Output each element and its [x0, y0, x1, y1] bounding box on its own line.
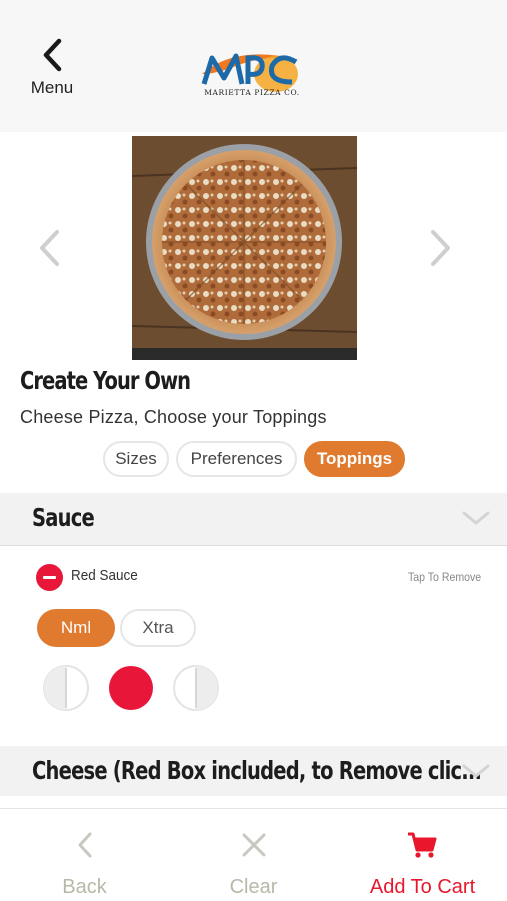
next-image-button[interactable]	[428, 228, 454, 273]
chevron-down-icon	[462, 511, 490, 525]
item-title: Create Your Own	[20, 366, 191, 395]
sauce-section-title: Sauce	[32, 503, 95, 532]
topping-name: Red Sauce	[71, 567, 138, 584]
right-half-portion-button[interactable]	[172, 664, 220, 712]
remove-topping-button[interactable]	[36, 564, 63, 591]
app-header: Menu MARIETTA PIZZA CO.	[0, 0, 507, 132]
chevron-right-icon	[431, 230, 450, 266]
tab-preferences[interactable]: Preferences	[176, 441, 297, 477]
tab-sizes[interactable]: Sizes	[103, 441, 169, 477]
chevron-left-icon	[40, 230, 59, 266]
menu-label: Menu	[30, 78, 74, 97]
previous-image-button[interactable]	[36, 228, 62, 273]
left-half-icon	[43, 665, 89, 711]
clear-button[interactable]: Clear	[169, 809, 338, 901]
cheese-section-title: Cheese (Red Box included, to Remove clic…	[32, 756, 482, 785]
shopping-cart-icon	[408, 832, 437, 858]
sauce-section-header[interactable]: Sauce	[0, 493, 507, 546]
tab-toppings[interactable]: Toppings	[304, 441, 405, 477]
restaurant-logo: MARIETTA PIZZA CO.	[196, 44, 308, 104]
amount-normal-button[interactable]: Nml	[37, 609, 115, 647]
amount-extra-button[interactable]: Xtra	[120, 609, 196, 647]
option-tabs: Sizes Preferences Toppings	[0, 441, 507, 481]
right-half-icon	[173, 665, 219, 711]
back-button[interactable]: Back	[0, 809, 169, 901]
left-half-portion-button[interactable]	[42, 664, 90, 712]
whole-portion-button[interactable]	[107, 664, 155, 712]
chevron-down-icon	[462, 764, 490, 778]
chevron-left-icon	[78, 832, 92, 858]
menu-button[interactable]: Menu	[20, 38, 84, 98]
clear-label: Clear	[229, 876, 278, 898]
whole-pizza-icon	[109, 666, 153, 710]
tap-to-remove-hint: Tap To Remove	[407, 570, 481, 584]
item-subtitle: Cheese Pizza, Choose your Toppings	[20, 407, 327, 427]
bottom-action-bar: Back Clear Add To Cart	[0, 808, 507, 901]
cheese-section-header[interactable]: Cheese (Red Box included, to Remove clic…	[0, 746, 507, 796]
logo-subtext: MARIETTA PIZZA CO.	[204, 88, 300, 97]
back-label: Back	[62, 876, 107, 898]
chevron-left-icon	[43, 38, 62, 72]
add-to-cart-label: Add To Cart	[369, 876, 476, 898]
close-icon	[242, 833, 266, 857]
pizza-photo	[131, 136, 358, 360]
add-to-cart-button[interactable]: Add To Cart	[338, 809, 507, 901]
